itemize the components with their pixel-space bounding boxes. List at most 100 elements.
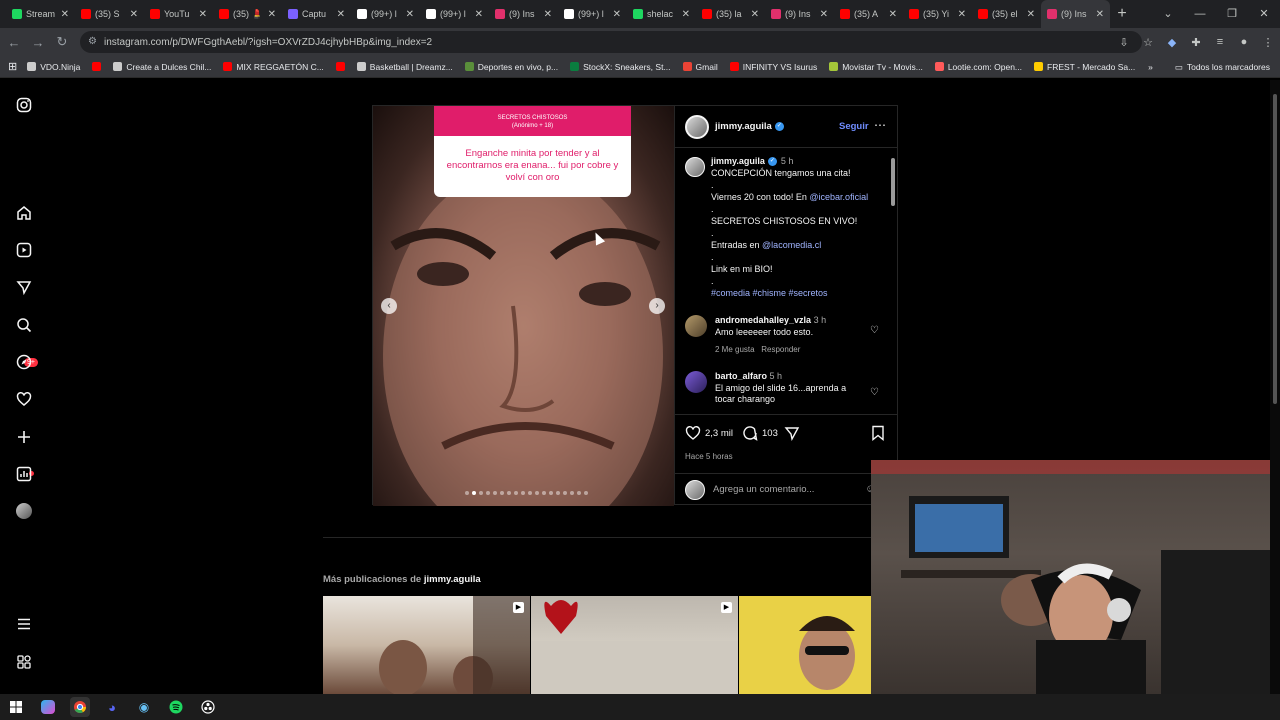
site-info-icon[interactable]: ⚙ — [88, 36, 97, 47]
steam-icon[interactable]: ◉ — [134, 697, 154, 717]
next-slide-button[interactable]: › — [649, 298, 665, 314]
browser-tab[interactable]: YouTu ✕ — [144, 0, 213, 28]
browser-tab[interactable]: (9) Ins ✕ — [1041, 0, 1110, 28]
like-heart-icon[interactable] — [685, 425, 701, 441]
url-field[interactable]: ⚙ instagram.com/p/DWFGgthAebl/?igsh=OXVr… — [80, 31, 1142, 53]
obs-icon[interactable] — [198, 697, 218, 717]
likes-count[interactable]: 2,3 mil — [705, 428, 733, 439]
chrome-icon[interactable] — [70, 697, 90, 717]
extensions-puzzle-icon[interactable]: ✚ — [1184, 36, 1208, 49]
caption-avatar[interactable] — [685, 157, 705, 177]
reload-button[interactable]: ↻ — [50, 34, 74, 50]
bookmark-item[interactable] — [92, 62, 102, 71]
media-controls-icon[interactable]: ≡ — [1208, 36, 1232, 48]
bookmark-item[interactable]: Deportes en vivo, p... — [464, 62, 558, 72]
install-app-icon[interactable]: ⇩ — [1112, 36, 1136, 49]
bookmark-item[interactable]: FREST - Mercado Sa... — [1034, 62, 1135, 72]
tab-close-icon[interactable]: ✕ — [613, 9, 621, 20]
more-menu-icon[interactable] — [14, 614, 34, 634]
forward-button[interactable]: → — [26, 35, 50, 50]
create-plus-icon[interactable] — [14, 427, 34, 447]
tab-close-icon[interactable]: ✕ — [268, 9, 276, 20]
windows-start-icon[interactable] — [6, 697, 26, 717]
copilot-icon[interactable] — [41, 700, 55, 714]
bookmark-item[interactable] — [335, 62, 345, 71]
browser-tab[interactable]: Captu ✕ — [282, 0, 351, 28]
all-bookmarks-label[interactable]: Todos los marcadores — [1187, 62, 1270, 72]
tab-search-icon[interactable]: ⌄ — [1152, 0, 1184, 28]
browser-tab[interactable]: (9) Ins ✕ — [489, 0, 558, 28]
tab-close-icon[interactable]: ✕ — [337, 9, 345, 20]
tab-close-icon[interactable]: ✕ — [199, 9, 207, 20]
comment-username[interactable]: barto_alfaro — [715, 371, 767, 381]
comment-like-heart-icon[interactable]: ♡ — [870, 325, 879, 337]
tab-close-icon[interactable]: ✕ — [958, 9, 966, 20]
bookmark-item[interactable]: Gmail — [682, 62, 718, 72]
browser-tab[interactable]: (35) Yi ✕ — [903, 0, 972, 28]
browser-tab[interactable]: (35) el ✕ — [972, 0, 1041, 28]
caption-username[interactable]: jimmy.aguila — [711, 156, 765, 166]
comment-avatar[interactable] — [685, 371, 707, 393]
reply-button[interactable]: Responder — [761, 345, 800, 354]
tab-close-icon[interactable]: ✕ — [682, 9, 690, 20]
browser-tab[interactable]: (9) Ins ✕ — [765, 0, 834, 28]
tab-close-icon[interactable]: ✕ — [1027, 9, 1035, 20]
comment-like-heart-icon[interactable]: ♡ — [870, 387, 879, 399]
comment-bubble-icon[interactable] — [742, 425, 758, 441]
caption-hashtags[interactable]: #comedia #chisme #secretos — [711, 287, 885, 299]
bookmark-star-icon[interactable]: ☆ — [1136, 36, 1160, 49]
browser-tab[interactable]: shelac ✕ — [627, 0, 696, 28]
bookmark-item[interactable]: INFINITY VS Isurus — [729, 62, 817, 72]
menu-kebab-icon[interactable]: ⋮ — [1256, 36, 1280, 49]
profile-icon[interactable]: ● — [1232, 36, 1256, 48]
home-icon[interactable] — [14, 203, 34, 223]
browser-tab[interactable]: (35) S ✕ — [75, 0, 144, 28]
comment-count[interactable]: 103 — [762, 428, 778, 439]
dashboard-icon[interactable] — [14, 464, 34, 484]
browser-tab[interactable]: (99+) l ✕ — [558, 0, 627, 28]
extension-icon[interactable]: ◆ — [1160, 36, 1184, 49]
browser-tab[interactable]: Stream ✕ — [6, 0, 75, 28]
tab-close-icon[interactable]: ✕ — [889, 9, 897, 20]
bookmark-save-icon[interactable] — [871, 425, 885, 441]
follow-button[interactable]: Seguir — [839, 121, 869, 132]
explore-icon[interactable] — [14, 352, 34, 372]
browser-tab[interactable]: (99+) l ✕ — [420, 0, 489, 28]
comment-avatar[interactable] — [685, 315, 707, 337]
bookmark-item[interactable]: MIX REGGAETÓN C... — [223, 62, 324, 72]
bookmark-item[interactable]: Basketball | Dreamz... — [356, 62, 453, 72]
browser-tab[interactable]: (35) la ✕ — [696, 0, 765, 28]
browser-tab[interactable]: (35) 💄 ✕ — [213, 0, 282, 28]
tab-close-icon[interactable]: ✕ — [406, 9, 414, 20]
apps-grid-icon[interactable]: ⊞ — [8, 60, 17, 73]
lacomedia-mention-link[interactable]: @lacomedia.cl — [762, 240, 821, 250]
share-send-icon[interactable] — [784, 425, 800, 441]
discord-icon[interactable]: ◕ — [102, 697, 122, 717]
bookmark-item[interactable]: Create a Dulces Chil... — [113, 62, 211, 72]
tab-close-icon[interactable]: ✕ — [130, 9, 138, 20]
instagram-logo-icon[interactable] — [14, 95, 34, 115]
spotify-icon[interactable] — [166, 697, 186, 717]
bookmark-item[interactable]: Movistar Tv - Movis... — [829, 62, 923, 72]
profile-avatar-icon[interactable] — [14, 501, 34, 521]
back-button[interactable]: ← — [2, 35, 26, 50]
comments-scrollbar[interactable] — [891, 158, 895, 206]
tab-close-icon[interactable]: ✕ — [1096, 9, 1104, 20]
close-window-button[interactable]: ✕ — [1248, 0, 1280, 28]
tab-close-icon[interactable]: ✕ — [475, 9, 483, 20]
tab-close-icon[interactable]: ✕ — [544, 9, 552, 20]
browser-tab[interactable]: (35) A ✕ — [834, 0, 903, 28]
page-scrollbar[interactable] — [1270, 80, 1280, 694]
tab-close-icon[interactable]: ✕ — [751, 9, 759, 20]
more-options-icon[interactable]: ⋯ — [874, 118, 886, 132]
folder-icon[interactable]: ▭ — [1175, 62, 1183, 73]
more-post-thumbnail[interactable]: ▶ — [531, 596, 738, 694]
restore-button[interactable]: ❐ — [1216, 0, 1248, 28]
bookmarks-overflow-icon[interactable]: » — [1148, 62, 1153, 72]
page-scrollbar-thumb[interactable] — [1273, 94, 1277, 404]
tab-close-icon[interactable]: ✕ — [820, 9, 828, 20]
notifications-heart-icon[interactable] — [14, 389, 34, 409]
comment-likes[interactable]: 2 Me gusta — [715, 345, 755, 354]
icebar-mention-link[interactable]: @icebar.oficial — [809, 192, 868, 202]
bookmark-item[interactable]: Lootie.com: Open... — [934, 62, 1022, 72]
